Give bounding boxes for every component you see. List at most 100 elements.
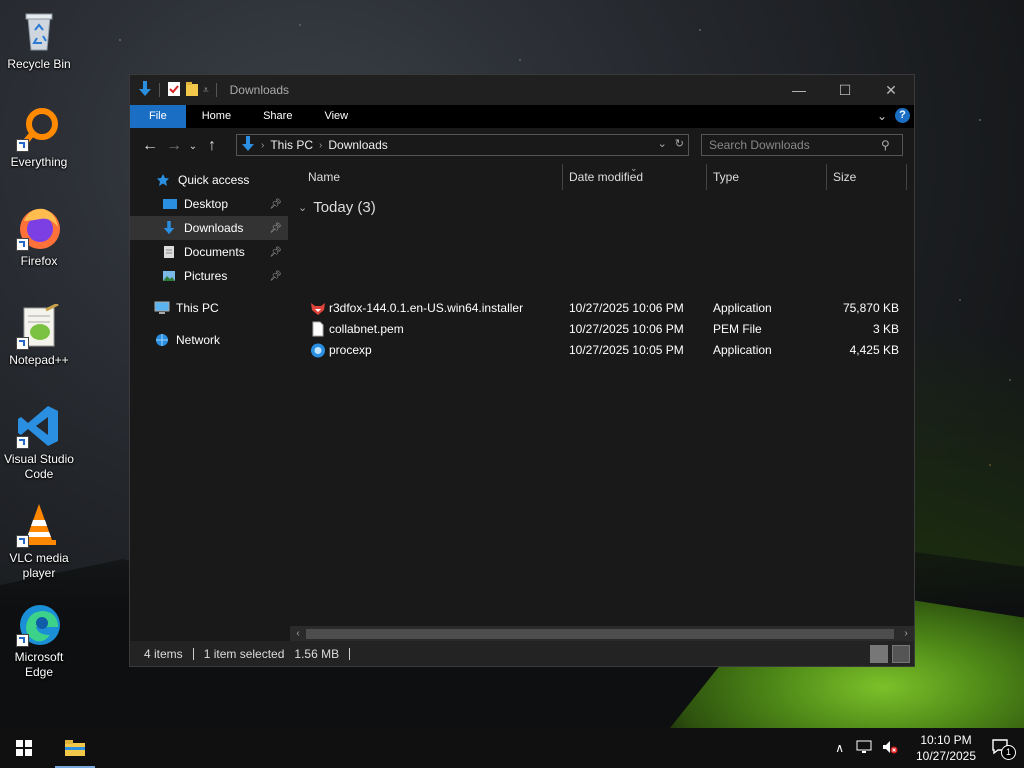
desktop-folder-icon — [162, 197, 178, 211]
up-button[interactable]: ↑ — [200, 137, 224, 155]
properties-icon[interactable] — [167, 81, 181, 100]
nav-item-downloads[interactable]: Downloads 📌︎ — [130, 216, 288, 240]
column-divider[interactable] — [562, 164, 563, 190]
downloads-arrow-icon — [162, 221, 178, 235]
file-type: Application — [713, 301, 772, 315]
forward-button[interactable]: → — [162, 137, 186, 155]
status-selection: 1 item selected — [203, 646, 285, 661]
nav-item-pictures[interactable]: Pictures 📌︎ — [130, 264, 288, 288]
search-box[interactable]: ⚲ — [701, 134, 903, 156]
toolbar-separator — [159, 83, 160, 97]
network-icon[interactable] — [856, 740, 872, 757]
desktop-icon-vscode[interactable]: Visual Studio Code — [2, 403, 76, 482]
horizontal-scrollbar[interactable]: ‹ › — [290, 626, 914, 642]
address-bar[interactable]: › This PC › Downloads ⌄ ↻ — [236, 134, 689, 156]
quick-access-toolbar: ⩡ Downloads — [130, 80, 290, 100]
system-clock[interactable]: 10:10 PM 10/27/2025 — [910, 732, 982, 764]
file-explorer-window: ⩡ Downloads — ☐ ✕ File Home Share View ⌄… — [129, 74, 915, 667]
customize-toolbar-icon[interactable]: ⩡ — [203, 85, 209, 96]
file-size: 3 KB — [872, 322, 899, 336]
desktop-icon-label: VLC media player — [9, 551, 69, 580]
scrollbar-thumb[interactable] — [306, 629, 894, 639]
ribbon-tabs: File Home Share View ⌄ ? — [130, 105, 914, 128]
taskbar-file-explorer[interactable] — [55, 728, 95, 768]
tab-file[interactable]: File — [130, 105, 186, 128]
new-folder-icon[interactable] — [185, 81, 199, 100]
desktop-icon-edge[interactable]: Microsoft Edge — [2, 601, 76, 680]
status-divider — [192, 647, 194, 660]
notepad-plus-plus-icon — [16, 302, 62, 350]
show-hidden-icons-chevron-icon[interactable]: ∧ — [835, 741, 844, 755]
column-header-name[interactable]: Name — [308, 164, 340, 190]
nav-item-desktop[interactable]: Desktop 📌︎ — [130, 192, 288, 216]
column-divider[interactable] — [706, 164, 707, 190]
documents-icon — [162, 245, 178, 259]
details-view-button[interactable] — [870, 645, 888, 663]
file-row[interactable]: collabnet.pem 10/27/2025 10:06 PM PEM Fi… — [306, 319, 906, 340]
large-icons-view-button[interactable] — [892, 645, 910, 663]
nav-label: Quick access — [178, 173, 250, 187]
system-tray: ∧ 10:10 PM 10/27/2025 1 — [835, 728, 1024, 768]
windows-logo-icon — [16, 740, 32, 756]
column-divider[interactable] — [826, 164, 827, 190]
help-icon[interactable]: ? — [895, 108, 910, 123]
tab-home[interactable]: Home — [186, 105, 247, 128]
nav-this-pc[interactable]: This PC — [130, 296, 288, 320]
volume-muted-icon[interactable] — [882, 740, 898, 757]
group-header-today[interactable]: ⌄ Today (3) — [298, 199, 376, 216]
clock-time: 10:10 PM — [920, 733, 972, 747]
group-label: Today (3) — [313, 199, 376, 216]
title-bar[interactable]: ⩡ Downloads — ☐ ✕ — [130, 75, 914, 105]
search-input[interactable] — [702, 137, 881, 153]
scroll-left-icon[interactable]: ‹ — [290, 626, 306, 642]
close-button[interactable]: ✕ — [868, 75, 914, 105]
pin-icon[interactable]: 📌︎ — [269, 271, 282, 282]
column-header-size[interactable]: Size — [833, 164, 856, 190]
collapse-chevron-icon[interactable]: ⌄ — [298, 201, 307, 214]
nav-network[interactable]: Network — [130, 328, 288, 352]
status-bar: 4 items 1 item selected 1.56 MB — [130, 641, 914, 666]
tab-share[interactable]: Share — [247, 105, 308, 128]
breadcrumb-chevron-icon[interactable]: › — [261, 140, 264, 151]
nav-label: Documents — [184, 245, 245, 259]
breadcrumb-downloads[interactable]: Downloads — [328, 138, 387, 152]
action-center-icon[interactable]: 1 — [992, 738, 1016, 760]
desktop-icon-recycle-bin[interactable]: Recycle Bin — [2, 8, 76, 72]
nav-label: Desktop — [184, 197, 229, 211]
desktop-icon-label: Microsoft Edge — [14, 650, 64, 679]
vlc-cone-icon — [16, 502, 62, 548]
desktop-icon-notepad-plus-plus[interactable]: Notepad++ — [2, 302, 76, 368]
desktop-icon-everything[interactable]: Everything — [2, 106, 76, 170]
recent-locations-chevron-icon[interactable]: ⌄ — [186, 141, 200, 152]
minimize-button[interactable]: — — [776, 75, 822, 105]
firefox-icon — [16, 205, 62, 251]
status-divider — [349, 647, 351, 660]
start-button[interactable] — [0, 728, 48, 768]
nav-label: Pictures — [184, 269, 228, 283]
address-dropdown-icon[interactable]: ⌄ — [658, 137, 667, 150]
desktop-icon-label: Notepad++ — [9, 353, 69, 367]
breadcrumb-this-pc[interactable]: This PC — [270, 138, 313, 152]
column-header-type[interactable]: Type — [713, 164, 739, 190]
maximize-button[interactable]: ☐ — [822, 75, 868, 105]
nav-label: This PC — [176, 301, 219, 315]
back-button[interactable]: ← — [138, 137, 162, 155]
nav-quick-access[interactable]: Quick access — [130, 168, 288, 192]
refresh-icon[interactable]: ↻ — [675, 137, 684, 150]
pin-icon[interactable]: 📌︎ — [269, 247, 282, 258]
window-title: Downloads — [229, 83, 290, 97]
column-divider[interactable] — [906, 164, 907, 190]
pin-icon[interactable]: 📌︎ — [269, 223, 282, 234]
file-size: 75,870 KB — [842, 301, 899, 315]
file-row[interactable]: procexp 10/27/2025 10:05 PM Application … — [306, 340, 906, 361]
desktop-icon-firefox[interactable]: Firefox — [2, 205, 76, 269]
nav-item-documents[interactable]: Documents 📌︎ — [130, 240, 288, 264]
pin-icon[interactable]: 📌︎ — [269, 199, 282, 210]
file-explorer-folder-icon — [65, 740, 85, 756]
file-row[interactable]: r3dfox-144.0.1.en-US.win64.installer 10/… — [306, 298, 906, 319]
scroll-right-icon[interactable]: › — [898, 626, 914, 642]
breadcrumb-chevron-icon[interactable]: › — [319, 140, 322, 151]
expand-ribbon-icon[interactable]: ⌄ — [877, 109, 887, 123]
tab-view[interactable]: View — [308, 105, 364, 128]
desktop-icon-vlc[interactable]: VLC media player — [2, 502, 76, 581]
